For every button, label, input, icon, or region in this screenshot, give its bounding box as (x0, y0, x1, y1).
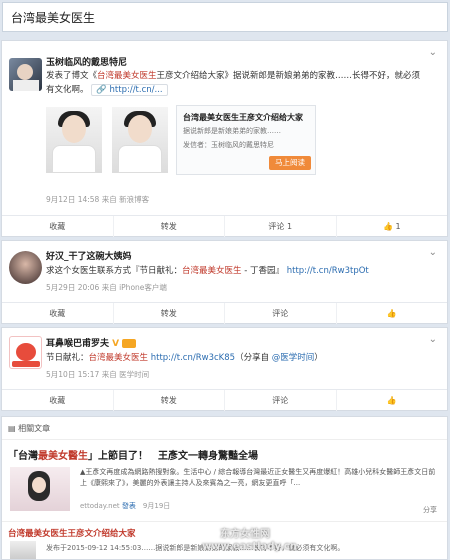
favorite-button[interactable]: 收藏 (2, 216, 114, 237)
chevron-down-icon[interactable]: ⌄ (429, 334, 437, 345)
title-part: 「台灣 (8, 451, 38, 462)
post-text: 发表了博文《台湾最美女医生王彦文介绍给大家》据说新郎是新娘弟弟的家教……长得不好… (46, 69, 427, 97)
like-button[interactable]: 👍 (337, 303, 448, 324)
search-bar[interactable]: 台湾最美女医生 (2, 2, 448, 32)
avatar[interactable] (9, 58, 42, 91)
thumbs-up-icon: 👍 (382, 222, 393, 231)
related-thumbnail[interactable] (10, 467, 70, 511)
post-text: 节日献礼：台湾最美女医生 http://t.cn/Rw3cK85（分享自 @医学… (46, 351, 427, 365)
share-button[interactable]: 分享 (423, 505, 437, 515)
mention-link[interactable]: @医学时间 (272, 353, 315, 363)
comment-button[interactable]: 评论 (225, 390, 337, 411)
related-source: ettoday.net 發表 9月19日 (80, 501, 170, 511)
post-actions: 收藏 转发 评论 👍 (2, 302, 447, 324)
verified-icon: V (112, 339, 120, 349)
weibo-post: ⌄ 耳鼻喉巴甫罗夫 V 节日献礼：台湾最美女医生 http://t.cn/Rw3… (1, 327, 448, 411)
username-text: 耳鼻喉巴甫罗夫 (46, 339, 110, 349)
related-articles: ▤ 相關文章 「台灣最美女醫生」上節目了！ 王彥文一轉身驚豔全場 ▲王彥文再度成… (1, 416, 448, 560)
weibo-post: ⌄ 好汉_干了这碗大姨妈 求这个女医生联系方式『节日献礼：台湾最美女医生 - 丁… (1, 240, 448, 324)
avatar[interactable] (9, 251, 42, 284)
post-actions: 收藏 转发 评论 👍 (2, 389, 447, 411)
post-username[interactable]: 好汉_干了这碗大姨妈 (46, 249, 132, 262)
article-desc: 据说新郎是新娘弟弟的家教…… (183, 127, 281, 135)
article-card[interactable]: 台湾最美女医生王彦文介绍给大家 据说新郎是新娘弟弟的家教…… 发信者：玉树临风的… (176, 105, 316, 175)
post-image-1[interactable] (46, 107, 102, 173)
text-part: （分享自 (235, 353, 272, 363)
like-button[interactable]: 👍 (337, 390, 448, 411)
related-header-text: 相關文章 (18, 424, 51, 433)
post-meta: 5月29日 20:06 来自 iPhone客户端 (46, 283, 167, 292)
post-link[interactable]: http://t.cn/Rw3tpOt (287, 266, 369, 276)
favorite-button[interactable]: 收藏 (2, 303, 114, 324)
related-title-1[interactable]: 「台灣最美女醫生」上節目了！ 王彥文一轉身驚豔全場 (8, 447, 258, 462)
text-part: 发表了博文《 (46, 71, 98, 81)
text-part: ） (314, 353, 323, 363)
watermark-line: www.eastlady.cn (202, 541, 297, 552)
source-link[interactable]: 發表 (122, 502, 136, 510)
vip-badge-icon (122, 339, 137, 348)
watermark: 东方女性网 www.eastlady.cn (202, 529, 297, 553)
avatar[interactable] (9, 336, 42, 369)
title-part: 」上節目了！ 王彥文一轉身驚豔全場 (88, 451, 258, 462)
article-title: 台湾最美女医生王彦文介绍给大家 (183, 113, 303, 122)
comment-button[interactable]: 评论 (225, 303, 337, 324)
text-part: 节日献礼： (46, 353, 89, 363)
related-title-2[interactable]: 台湾最美女医生王彦文介绍给大家 (8, 527, 136, 539)
text-part: 求这个女医生联系方式『节日献礼： (46, 266, 183, 276)
comment-button[interactable]: 评论 1 (225, 216, 337, 237)
weibo-post: ⌄ 玉树临风的戴思特尼 发表了博文《台湾最美女医生王彦文介绍给大家》据说新郎是新… (1, 40, 448, 237)
chevron-down-icon[interactable]: ⌄ (429, 247, 437, 258)
read-now-button[interactable]: 马上阅读 (269, 156, 311, 170)
post-meta: 5月10日 15:17 来自 医学时间 (46, 370, 150, 379)
favorite-button[interactable]: 收藏 (2, 390, 114, 411)
chevron-down-icon[interactable]: ⌄ (429, 47, 437, 58)
related-thumbnail[interactable] (10, 541, 36, 559)
thumbs-up-icon: 👍 (386, 309, 397, 318)
post-image-2[interactable] (112, 107, 168, 173)
post-username[interactable]: 耳鼻喉巴甫罗夫 V (46, 336, 137, 349)
like-button[interactable]: 👍 1 (337, 216, 448, 237)
post-meta: 9月12日 14:58 来自 新浪博客 (46, 195, 150, 204)
thumbs-up-icon: 👍 (386, 396, 397, 405)
document-icon: ▤ (8, 424, 16, 433)
related-header: ▤ 相關文章 (8, 423, 50, 434)
post-username[interactable]: 玉树临风的戴思特尼 (46, 55, 127, 68)
keyword-highlight: 最美女醫生 (38, 451, 88, 462)
repost-button[interactable]: 转发 (114, 216, 225, 237)
source-date: 9月19日 (142, 502, 171, 510)
like-count: 1 (395, 222, 401, 231)
watermark-line: 东方女性网 (220, 529, 270, 540)
post-text: 求这个女医生联系方式『节日献礼：台湾最美女医生 - 丁香园』 http://t.… (46, 264, 427, 278)
post-actions: 收藏 转发 评论 1 👍 1 (2, 215, 447, 237)
repost-button[interactable]: 转发 (114, 303, 225, 324)
related-body-1: ▲王彥文再度成為網路熱搜對象。生活中心 / 綜合報導台灣最近正女醫生又再度爆紅！… (80, 468, 436, 487)
keyword-highlight: 台湾最美女医生 (97, 71, 157, 81)
post-link[interactable]: http://t.cn/Rw3cK85 (148, 353, 235, 363)
keyword-highlight: 台湾最美女医生 (88, 353, 149, 363)
search-input[interactable]: 台湾最美女医生 (11, 11, 95, 25)
source-text: ettoday.net (80, 502, 120, 510)
article-author: 发信者：玉树临风的戴思特尼 (183, 141, 274, 149)
link-chip[interactable]: 🔗 http://t.cn/... (91, 84, 168, 96)
text-part: - 丁香园』 (241, 266, 285, 276)
keyword-highlight: 台湾最美女医生 (182, 266, 242, 276)
link-chip-text: http://t.cn/... (109, 85, 163, 95)
repost-button[interactable]: 转发 (114, 390, 225, 411)
